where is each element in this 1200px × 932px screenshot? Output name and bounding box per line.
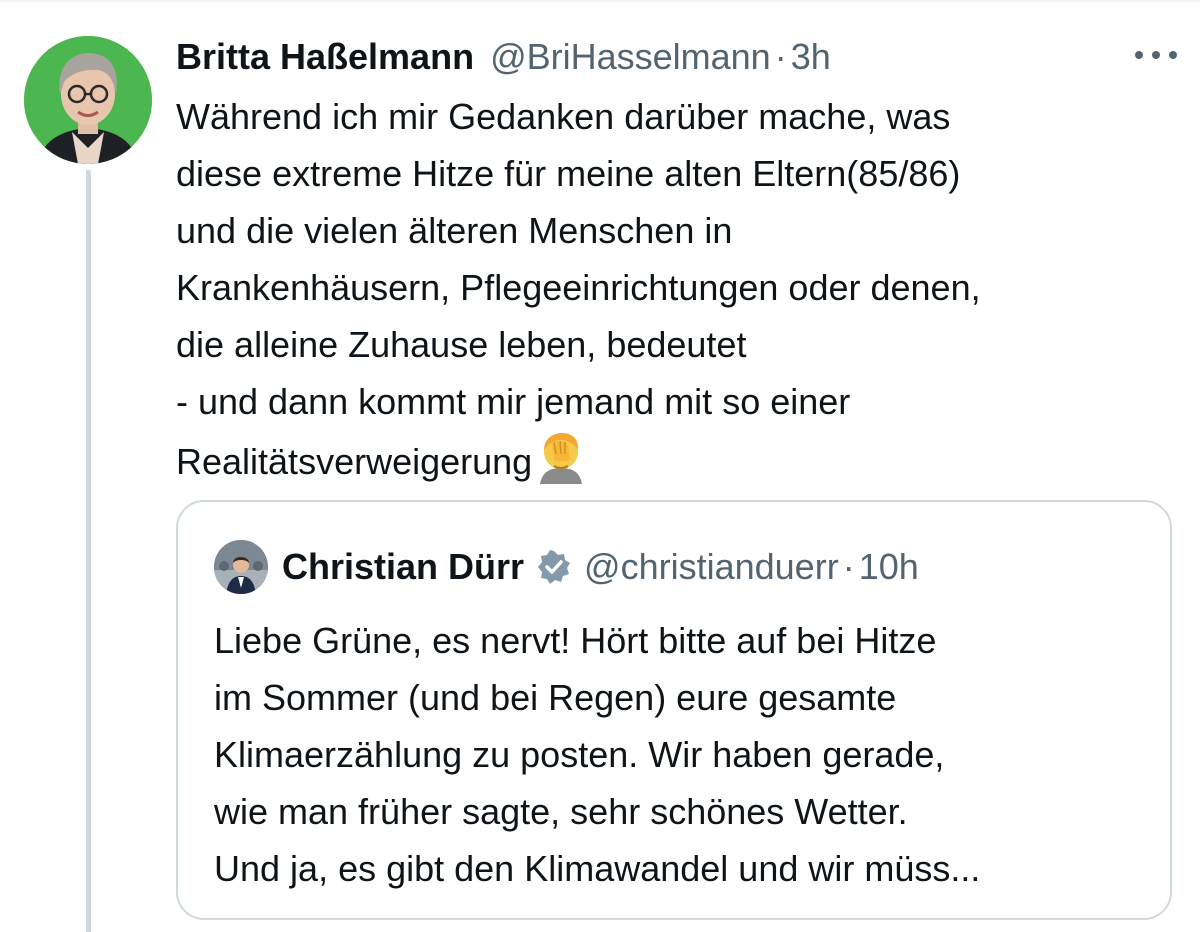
author-avatar[interactable]	[24, 36, 152, 164]
tweet-text-line: - und dann kommt mir jemand mit so einer	[176, 381, 851, 422]
author-name[interactable]: Britta Haßelmann	[176, 36, 474, 78]
tweet-text-line: die alleine Zuhause leben, bedeutet	[176, 324, 747, 365]
more-options-button[interactable]	[1126, 40, 1186, 70]
tweet-text-last-line: Realitätsverweigerung	[176, 430, 1176, 490]
separator-dot: ·	[774, 36, 787, 77]
quoted-text-line: im Sommer (und bei Regen) eure gesamte	[214, 677, 897, 718]
quoted-author-handle[interactable]: @christianduerr	[584, 546, 839, 588]
quoted-text-line: wie man früher sagte, sehr schönes Wette…	[214, 791, 908, 832]
quoted-tweet-header: Christian Dürr @christianduerr · 10h	[282, 542, 919, 592]
more-horizontal-icon	[1135, 51, 1177, 59]
top-divider	[0, 0, 1200, 2]
tweet-text: Während ich mir Gedanken darüber mache, …	[176, 88, 1176, 490]
quoted-tweet-card[interactable]: Christian Dürr @christianduerr · 10h Lie…	[176, 500, 1172, 920]
verified-badge-icon	[538, 550, 571, 584]
quoted-author-avatar[interactable]	[214, 540, 268, 594]
quoted-tweet-text: Liebe Grüne, es nervt! Hört bitte auf be…	[214, 612, 1154, 897]
tweet-text-line: diese extreme Hitze für meine alten Elte…	[176, 153, 961, 194]
tweet-text-line: Realitätsverweigerung	[176, 441, 533, 482]
face-palm-emoji	[540, 433, 583, 484]
tweet-text-line: Krankenhäusern, Pflegeeinrichtungen oder…	[176, 267, 981, 308]
quoted-text-line: Und ja, es gibt den Klimawandel und wir …	[214, 848, 981, 889]
tweet-header: Britta Haßelmann @BriHasselmann · 3h	[176, 34, 831, 80]
separator-dot: ·	[842, 546, 855, 587]
quoted-author-name[interactable]: Christian Dürr	[282, 546, 524, 588]
quoted-tweet-timestamp[interactable]: 10h	[859, 546, 919, 588]
author-handle[interactable]: @BriHasselmann	[490, 36, 771, 78]
thread-line	[86, 170, 91, 932]
tweet-timestamp[interactable]: 3h	[791, 36, 831, 78]
quoted-text-line: Klimaerzählung zu posten. Wir haben gera…	[214, 734, 945, 775]
quoted-text-line: Liebe Grüne, es nervt! Hört bitte auf be…	[214, 620, 937, 661]
quoted-author-avatar-image	[214, 540, 268, 594]
tweet-text-line: Während ich mir Gedanken darüber mache, …	[176, 96, 951, 137]
tweet-text-line: und die vielen älteren Menschen in	[176, 210, 733, 251]
author-avatar-image	[24, 36, 152, 164]
